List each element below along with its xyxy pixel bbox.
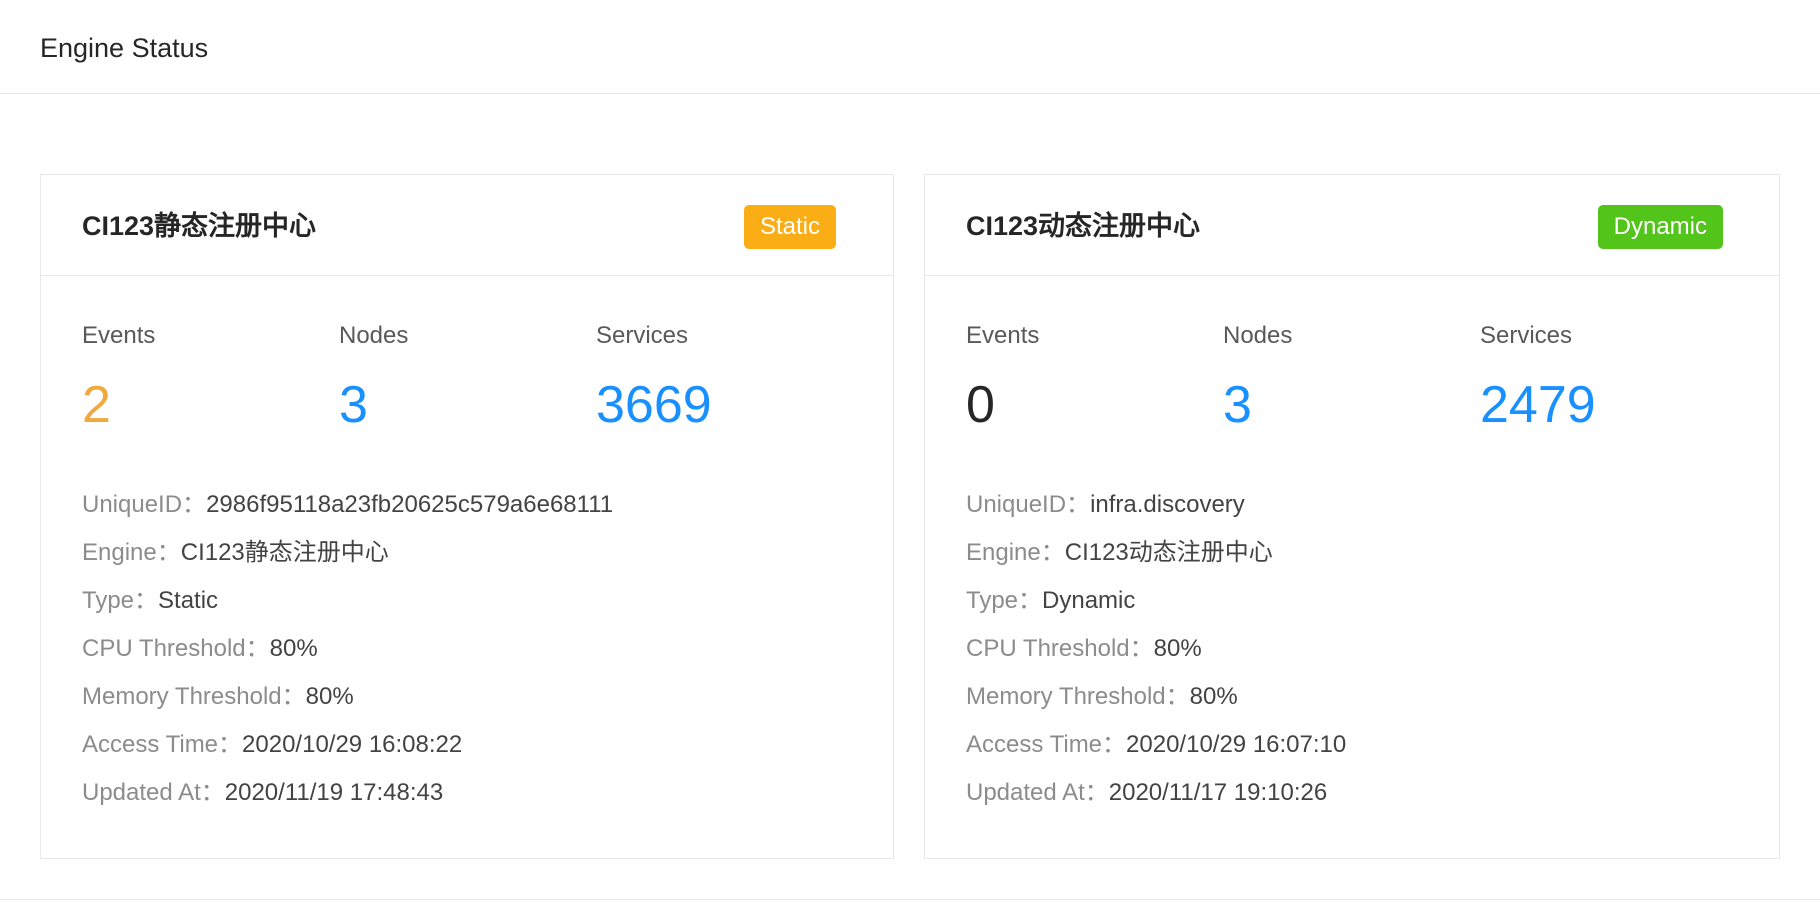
engine-card-static: CI123静态注册中心 Static Events 2 Nodes 3 Serv… — [40, 174, 894, 859]
info-row-cpu-threshold: CPU Threshold：80% — [82, 633, 613, 681]
stat-value[interactable]: 2 — [82, 375, 322, 435]
info-label: CPU Threshold： — [82, 635, 270, 662]
card-header: CI123静态注册中心 Static — [41, 175, 893, 276]
stat-label: Events — [966, 322, 1040, 349]
engine-info-list: UniqueID：infra.discovery Engine：CI123动态注… — [966, 489, 1346, 825]
info-value: 2020/10/29 16:07:10 — [1126, 731, 1347, 758]
info-value: 80% — [1153, 635, 1202, 662]
info-value: 80% — [269, 635, 318, 662]
info-row-engine: Engine：CI123静态注册中心 — [82, 537, 613, 585]
info-row-type: Type：Static — [82, 585, 613, 633]
engine-type-tag: Dynamic — [1597, 205, 1723, 249]
info-row-updated-at: Updated At：2020/11/19 17:48:43 — [82, 777, 613, 825]
info-row-engine: Engine：CI123动态注册中心 — [966, 537, 1346, 585]
info-row-type: Type：Dynamic — [966, 585, 1346, 633]
stat-label: Services — [596, 322, 689, 349]
info-label: CPU Threshold： — [966, 635, 1154, 662]
stat-label: Events — [82, 322, 156, 349]
info-row-updated-at: Updated At：2020/11/17 19:10:26 — [966, 777, 1346, 825]
stat-label: Nodes — [1223, 322, 1293, 349]
card-header: CI123动态注册中心 Dynamic — [925, 175, 1779, 276]
info-label: Engine： — [82, 539, 181, 566]
stat-nodes: Nodes 3 — [339, 320, 579, 435]
info-row-cpu-threshold: CPU Threshold：80% — [966, 633, 1346, 681]
info-label: Engine： — [966, 539, 1065, 566]
info-row-access-time: Access Time：2020/10/29 16:08:22 — [82, 729, 613, 777]
card-title: CI123动态注册中心 — [966, 211, 1201, 241]
info-value: CI123动态注册中心 — [1064, 539, 1273, 566]
info-value: 80% — [1189, 683, 1238, 710]
page-title: Engine Status — [40, 33, 209, 63]
page-header: Engine Status — [0, 0, 1820, 94]
info-row-unique-id: UniqueID：infra.discovery — [966, 489, 1346, 537]
info-value: CI123静态注册中心 — [180, 539, 389, 566]
info-label: Type： — [82, 587, 159, 614]
stat-label: Services — [1480, 322, 1573, 349]
engine-type-tag: Static — [743, 205, 836, 249]
stat-value[interactable]: 0 — [966, 375, 1206, 435]
info-value: 2020/11/17 19:10:26 — [1108, 779, 1328, 806]
engine-card-dynamic: CI123动态注册中心 Dynamic Events 0 Nodes 3 Ser… — [924, 174, 1780, 859]
stat-value[interactable]: 3 — [339, 375, 579, 435]
info-label: Access Time： — [82, 731, 243, 758]
info-row-access-time: Access Time：2020/10/29 16:07:10 — [966, 729, 1346, 777]
info-label: Memory Threshold： — [82, 683, 306, 710]
stat-events: Events 2 — [82, 320, 322, 435]
stat-value[interactable]: 2479 — [1480, 375, 1720, 435]
stats-row: Events 0 Nodes 3 Services 2479 — [966, 320, 1746, 440]
info-label: Type： — [966, 587, 1043, 614]
info-label: Updated At： — [82, 779, 225, 806]
info-label: Access Time： — [966, 731, 1127, 758]
stat-services: Services 2479 — [1480, 320, 1720, 435]
info-value: 2020/10/29 16:08:22 — [242, 731, 463, 758]
info-value: 2020/11/19 17:48:43 — [224, 779, 444, 806]
info-row-memory-threshold: Memory Threshold：80% — [966, 681, 1346, 729]
stat-value[interactable]: 3 — [1223, 375, 1463, 435]
stat-value[interactable]: 3669 — [596, 375, 836, 435]
stat-events: Events 0 — [966, 320, 1206, 435]
engine-info-list: UniqueID：2986f95118a23fb20625c579a6e6811… — [82, 489, 613, 825]
info-row-memory-threshold: Memory Threshold：80% — [82, 681, 613, 729]
info-value: Dynamic — [1042, 587, 1136, 614]
info-label: Updated At： — [966, 779, 1109, 806]
info-value: infra.discovery — [1090, 491, 1245, 518]
info-label: UniqueID： — [82, 491, 207, 518]
stat-nodes: Nodes 3 — [1223, 320, 1463, 435]
info-label: UniqueID： — [966, 491, 1091, 518]
info-value: 2986f95118a23fb20625c579a6e68111 — [206, 491, 614, 518]
info-value: Static — [158, 587, 219, 614]
info-value: 80% — [305, 683, 354, 710]
stats-row: Events 2 Nodes 3 Services 3669 — [82, 320, 862, 440]
info-label: Memory Threshold： — [966, 683, 1190, 710]
bottom-divider — [0, 899, 1820, 900]
card-title: CI123静态注册中心 — [82, 211, 317, 241]
stat-services: Services 3669 — [596, 320, 836, 435]
stat-label: Nodes — [339, 322, 409, 349]
info-row-unique-id: UniqueID：2986f95118a23fb20625c579a6e6811… — [82, 489, 613, 537]
